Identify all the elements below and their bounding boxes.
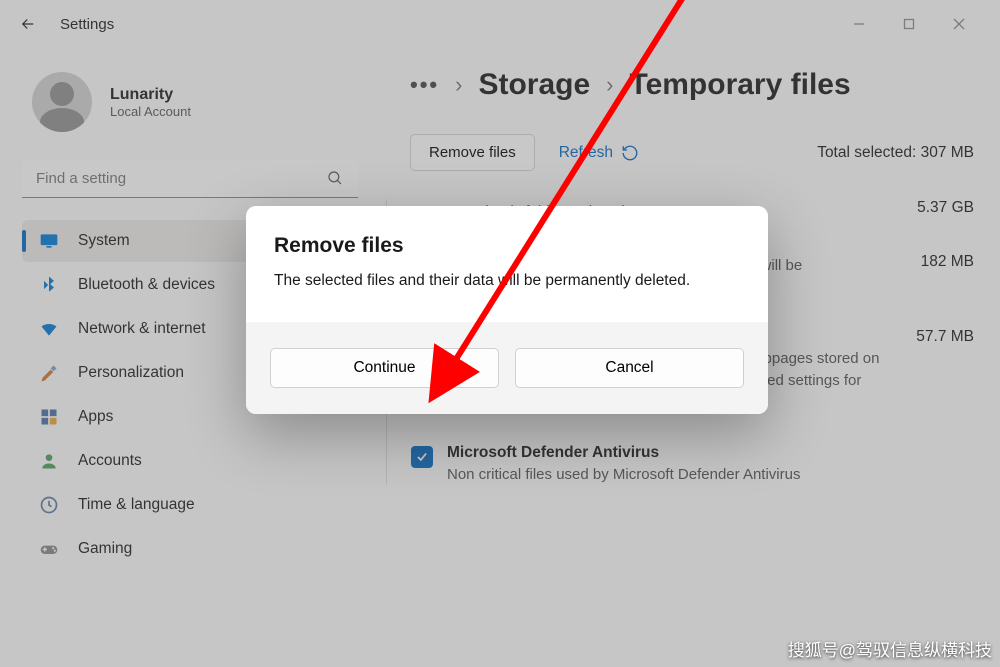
continue-button[interactable]: Continue <box>270 348 499 388</box>
watermark: 搜狐号@驾驭信息纵横科技 <box>788 636 992 661</box>
remove-files-dialog: Remove files The selected files and thei… <box>246 206 768 414</box>
cancel-button[interactable]: Cancel <box>515 348 744 388</box>
dialog-message: The selected files and their data will b… <box>274 272 740 290</box>
dialog-title: Remove files <box>274 234 740 258</box>
